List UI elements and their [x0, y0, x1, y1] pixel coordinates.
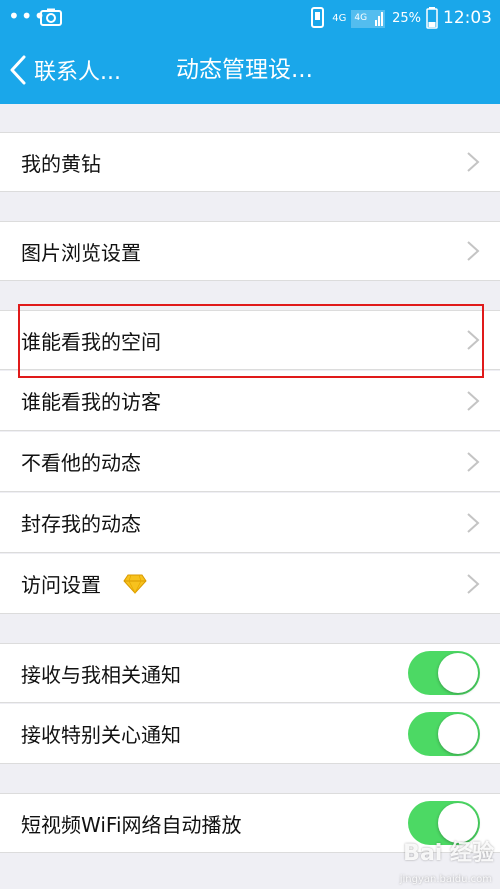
screenshot-camera-icon [40, 8, 62, 26]
row-who-can-see-visitors[interactable]: 谁能看我的访客 [0, 371, 500, 431]
row-label: 我的黄钻 [21, 151, 101, 176]
watermark-logo: Bai 经验 [403, 841, 494, 866]
nav-bar: 联系人... 动态管理设... [0, 36, 500, 104]
row-label: 图片浏览设置 [21, 240, 141, 265]
row-label: 谁能看我的空间 [21, 329, 161, 354]
row-label: 短视频WiFi网络自动播放 [21, 812, 242, 837]
related-notifications-toggle[interactable] [408, 651, 480, 695]
chevron-right-icon [467, 330, 480, 350]
row-hide-their-feed[interactable]: 不看他的动态 [0, 432, 500, 492]
chevron-right-icon [467, 573, 480, 594]
chevron-right-icon [467, 241, 480, 261]
battery-icon [426, 7, 438, 29]
row-label: 访问设置 [21, 573, 101, 597]
phone-vibrate-icon [311, 7, 325, 28]
row-visit-settings[interactable]: 访问设置 [0, 554, 500, 614]
clock: 12:03 [443, 8, 492, 28]
chevron-right-icon [467, 512, 480, 533]
toggle-knob [438, 713, 478, 754]
row-my-yellow-diamond[interactable]: 我的黄钻 [0, 132, 500, 192]
network-type-label: 4G [332, 12, 347, 24]
toggle-knob [438, 653, 478, 693]
yellow-diamond-icon [123, 574, 147, 594]
back-label: 联系人... [34, 60, 121, 85]
row-label: 封存我的动态 [21, 512, 141, 536]
row-image-browse-settings[interactable]: 图片浏览设置 [0, 221, 500, 281]
row-who-can-see-space[interactable]: 谁能看我的空间 [0, 310, 500, 370]
network-type-label-2: 4G [354, 13, 368, 23]
row-receive-special-care-notifications: 接收特别关心通知 [0, 704, 500, 764]
row-archive-my-feed[interactable]: 封存我的动态 [0, 493, 500, 553]
watermark-url: jingyan.baidu.com [399, 874, 492, 885]
row-receive-related-notifications: 接收与我相关通知 [0, 643, 500, 703]
battery-percent: 25% [392, 10, 421, 26]
back-button[interactable]: 联系人... [8, 36, 121, 104]
chevron-right-icon [467, 390, 480, 411]
chevron-left-icon [10, 55, 26, 85]
row-label: 谁能看我的访客 [21, 390, 161, 414]
page-title: 动态管理设... [176, 57, 313, 83]
chevron-right-icon [467, 451, 480, 472]
row-label: 接收与我相关通知 [21, 662, 181, 687]
special-care-notifications-toggle[interactable] [408, 711, 480, 756]
status-bar: ••• 4G 4G 25% 12:03 [0, 0, 500, 36]
chevron-right-icon [467, 152, 480, 172]
row-label: 不看他的动态 [21, 451, 141, 475]
row-label: 接收特别关心通知 [21, 723, 181, 747]
